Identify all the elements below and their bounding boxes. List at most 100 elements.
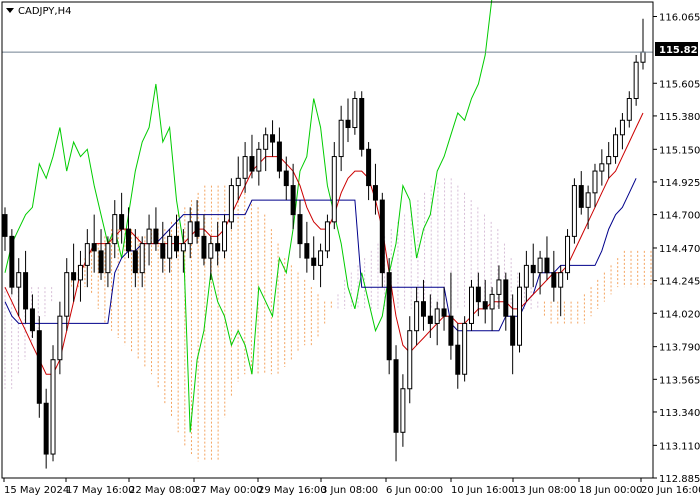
y-tick-label: 113.565 — [659, 375, 700, 386]
candle-body-bull — [585, 192, 591, 208]
candle-body-bear — [153, 228, 159, 245]
candle-body-bull — [263, 134, 269, 150]
candle-body-bull — [256, 148, 262, 172]
candle-body-bull — [571, 185, 577, 237]
y-tick-label: 113.110 — [659, 441, 700, 452]
x-tick-label: 22 May 08:00 — [129, 485, 198, 496]
x-tick-label: 27 May 00:00 — [194, 485, 263, 496]
x-tick-label: 3 Jun 08:00 — [321, 485, 378, 496]
y-tick-label: 114.245 — [659, 277, 700, 288]
candle-body-bear — [578, 185, 584, 208]
candle-body-bear — [386, 272, 392, 361]
candle-body-bull — [146, 228, 152, 245]
candle-body-bear — [215, 243, 221, 252]
candle-body-bear — [372, 185, 378, 201]
candle-body-bear — [297, 214, 303, 245]
candle-body-bear — [530, 264, 536, 274]
candle-body-bear — [160, 243, 166, 259]
candle-body-bull — [222, 221, 228, 252]
candle-body-bull — [180, 243, 186, 252]
candle-body-bull — [592, 170, 598, 194]
x-tick-label: 29 May 16:00 — [258, 485, 327, 496]
x-tick-label: 13 Jun 08:00 — [513, 485, 577, 496]
candle-body-bull — [619, 119, 625, 136]
candle-body-bull — [228, 185, 234, 223]
candle-body-bull — [139, 243, 145, 274]
candle-body-bear — [448, 315, 454, 346]
candle-body-bull — [167, 235, 173, 259]
candle-body-bear — [283, 170, 289, 187]
candle-body-bull — [105, 243, 111, 274]
candle-body-bull — [414, 301, 420, 332]
candle-body-bear — [311, 257, 317, 266]
y-tick-label: 113.340 — [659, 408, 700, 419]
candle-body-bear — [304, 243, 310, 259]
candle-body-bear — [503, 279, 509, 317]
y-tick-label: 115.150 — [659, 145, 700, 156]
candle-body-bear — [345, 119, 351, 129]
current-price-tag: 115.820 — [655, 42, 700, 56]
candle-body-bull — [496, 279, 502, 295]
symbol-timeframe-label: CADJPY,H4 — [18, 6, 71, 17]
y-tick-label: 114.470 — [659, 244, 700, 255]
x-tick-label: 20 Jun 16:00 — [641, 485, 700, 496]
candle-body-bull — [318, 250, 324, 266]
candle-body-bear — [36, 330, 42, 404]
candle-body-bear — [201, 235, 207, 259]
candle-body-bear — [420, 301, 426, 317]
price-axis: 116.065 115.605 115.380 115.150 114.925 114.7… — [653, 13, 700, 485]
current-price-value: 115.820 — [659, 45, 700, 56]
candle-body-bull — [606, 156, 612, 165]
candle-body-bear — [23, 272, 29, 310]
candle-body-bull — [235, 177, 241, 187]
candle-body-bull — [599, 163, 605, 172]
candle-body-bull — [640, 51, 646, 63]
y-tick-label: 114.925 — [659, 178, 700, 189]
candle-body-bull — [558, 272, 564, 288]
candle-body-bear — [71, 272, 77, 281]
candle-body-bear — [9, 235, 15, 288]
y-tick-label: 114.700 — [659, 211, 700, 222]
y-tick-label: 113.790 — [659, 343, 700, 354]
x-tick-label: 17 May 16:00 — [66, 485, 135, 496]
candle-body-bear — [43, 402, 49, 455]
candle-body-bull — [112, 214, 118, 245]
candle-body-bear — [379, 199, 385, 274]
candle-body-bull — [64, 272, 70, 317]
x-tick-label: 6 Jun 00:00 — [386, 485, 443, 496]
candle-body-bull — [434, 308, 440, 324]
candle-body-bear — [194, 221, 200, 237]
candle-body-bull — [50, 359, 56, 455]
candle-body-bear — [455, 344, 461, 375]
y-tick-label: 112.885 — [659, 474, 700, 485]
candle-body-bull — [187, 221, 193, 245]
y-tick-label: 115.380 — [659, 112, 700, 123]
candle-body-bear — [2, 214, 8, 237]
candle-body-bull — [626, 98, 632, 121]
candle-body-bull — [489, 293, 495, 310]
candle-body-bear — [119, 214, 125, 230]
candle-body-bull — [407, 330, 413, 390]
candle-body-bull — [242, 156, 248, 179]
candle-body-bear — [359, 98, 365, 150]
candle-body-bear — [510, 315, 516, 346]
candle-body-bear — [441, 308, 447, 317]
y-tick-label: 114.020 — [659, 309, 700, 320]
candle-body-bull — [338, 119, 344, 158]
candle-body-bear — [98, 250, 104, 274]
candle-body-bull — [400, 388, 406, 433]
candle-body-bear — [29, 308, 35, 332]
candle-body-bull — [57, 315, 63, 361]
candle-body-bear — [475, 286, 481, 303]
candle-body-bear — [393, 359, 399, 433]
y-tick-label: 115.605 — [659, 79, 700, 90]
candle-body-bull — [613, 134, 619, 158]
candle-body-bear — [290, 185, 296, 216]
candle-body-bull — [517, 286, 523, 346]
candle-body-bull — [324, 221, 330, 252]
candle-body-bull — [633, 61, 639, 100]
candle-body-bull — [523, 264, 529, 288]
candle-body-bull — [537, 257, 543, 274]
candle-body-bull — [468, 286, 474, 324]
candle-body-bear — [132, 250, 138, 274]
